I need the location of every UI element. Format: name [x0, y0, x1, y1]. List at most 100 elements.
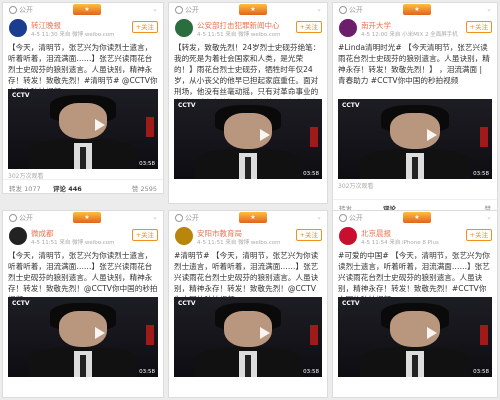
- action-repost-button[interactable]: 转发 1077: [9, 183, 41, 193]
- follow-button[interactable]: +关注: [295, 21, 322, 33]
- chevron-down-icon[interactable]: ⌄: [486, 213, 492, 221]
- action-like-button[interactable]: 赞 2595: [132, 183, 157, 193]
- post-meta: 4-5 11:30 来自 微博 weibo.com: [31, 32, 115, 38]
- video-duration: 03:58: [473, 171, 489, 177]
- cctv-logo: CCTV: [12, 300, 30, 307]
- view-count: 302万次观看: [338, 183, 374, 190]
- globe-icon: [175, 6, 183, 14]
- play-icon[interactable]: [427, 327, 438, 340]
- post-actions: 转发 1077 评论 446 赞 2595: [3, 179, 163, 193]
- post-meta: 4-5 12:00 来自 小米MIX 2 全面屏手机: [361, 32, 458, 38]
- person-tie: [80, 147, 86, 169]
- post-meta: 4-5 11:54 来自 iPhone 8 Plus: [361, 240, 439, 246]
- avatar[interactable]: [9, 227, 27, 245]
- avatar[interactable]: [9, 19, 27, 37]
- person-tie: [80, 355, 86, 377]
- follow-button[interactable]: +关注: [131, 21, 158, 33]
- visibility-label: 公开: [185, 6, 199, 14]
- visibility-label: 公开: [19, 214, 33, 222]
- seal-stamp: [146, 325, 154, 345]
- weibo-post-card[interactable]: 公开 ★ ⌄ 安阳市教育局 4-5 11:51 来自 微博 weibo.com …: [168, 210, 328, 398]
- person-tie: [411, 157, 419, 179]
- video-player[interactable]: CCTV 03:58: [174, 99, 322, 179]
- post-topbar: 公开 ★ ⌄: [3, 211, 163, 225]
- post-meta: 4-5 11:51 来自 微博 weibo.com: [197, 240, 281, 246]
- video-player[interactable]: CCTV 03:58: [174, 297, 322, 377]
- video-duration: 03:58: [139, 161, 155, 167]
- play-icon[interactable]: [95, 327, 105, 340]
- follow-button[interactable]: +关注: [131, 229, 158, 241]
- cctv-logo: CCTV: [12, 92, 30, 99]
- visibility-label: 公开: [349, 6, 363, 14]
- post-text: 【转发，致敬先烈！24岁烈士史砚芬绝笔：我的死是为着社会国家和人类，是光荣的！】…: [174, 43, 321, 99]
- video-player[interactable]: CCTV 03:58: [8, 89, 158, 169]
- person-tie: [411, 355, 419, 377]
- globe-icon: [9, 214, 17, 222]
- seal-stamp: [480, 325, 488, 345]
- post-text: 【今天，清明节，张艺兴为你读烈士遗言，听着听着，泪流满面……】张艺兴读雨花台烈士…: [8, 251, 158, 297]
- avatar[interactable]: [339, 19, 357, 37]
- visibility-label: 公开: [349, 214, 363, 222]
- post-meta: 4-5 11:51 来自 微博 weibo.com: [31, 240, 115, 246]
- post-header: 南开大学 4-5 12:00 来自 小米MIX 2 全面屏手机 +关注: [333, 17, 497, 41]
- anniversary-banner-icon: ★: [73, 4, 101, 15]
- play-icon[interactable]: [427, 129, 438, 142]
- anniversary-banner-icon: ★: [403, 4, 431, 15]
- cctv-logo: CCTV: [342, 102, 360, 109]
- weibo-post-card[interactable]: 公开 ★ ⌄ 转江晚报 4-5 11:30 来自 微博 weibo.com +关…: [2, 2, 164, 194]
- anniversary-banner-icon: ★: [73, 212, 101, 223]
- chevron-down-icon[interactable]: ⌄: [152, 213, 158, 221]
- follow-button[interactable]: +关注: [465, 21, 492, 33]
- visibility-label: 公开: [185, 214, 199, 222]
- weibo-post-card[interactable]: 公开 ★ ⌄ 公安部打击犯罪新闻中心 4-5 11:51 来自 微博 weibo…: [168, 2, 328, 204]
- weibo-post-grid: 公开 ★ ⌄ 转江晚报 4-5 11:30 来自 微博 weibo.com +关…: [0, 0, 500, 400]
- play-icon[interactable]: [95, 119, 105, 132]
- seal-stamp: [310, 325, 318, 345]
- weibo-post-card[interactable]: 公开 ★ ⌄ 北京晨报 4-5 11:54 来自 iPhone 8 Plus +…: [332, 210, 498, 398]
- play-icon[interactable]: [259, 327, 270, 340]
- post-topbar: 公开 ★ ⌄: [333, 211, 497, 225]
- post-topbar: 公开 ★ ⌄: [333, 3, 497, 17]
- video-duration: 03:58: [139, 369, 155, 375]
- chevron-down-icon[interactable]: ⌄: [316, 213, 322, 221]
- seal-stamp: [480, 127, 488, 147]
- video-player[interactable]: CCTV 03:58: [8, 297, 158, 377]
- post-text: #清明节# 【今天，清明节，张艺兴为你读烈士遗言，听着听着，泪流满面……】张艺兴…: [174, 251, 319, 297]
- avatar[interactable]: [175, 227, 193, 245]
- cctv-logo: CCTV: [342, 300, 360, 307]
- globe-icon: [339, 6, 347, 14]
- avatar[interactable]: [175, 19, 193, 37]
- post-header: 微成都 4-5 11:51 来自 微博 weibo.com +关注: [3, 225, 163, 249]
- follow-button[interactable]: +关注: [465, 229, 492, 241]
- post-header: 公安部打击犯罪新闻中心 4-5 11:51 来自 微博 weibo.com +关…: [169, 17, 327, 41]
- weibo-post-card[interactable]: 公开 ★ ⌄ 南开大学 4-5 12:00 来自 小米MIX 2 全面屏手机 +…: [332, 2, 498, 214]
- action-comment-button[interactable]: 评论 446: [53, 183, 82, 193]
- visibility-label: 公开: [19, 6, 33, 14]
- follow-button[interactable]: +关注: [295, 229, 322, 241]
- chevron-down-icon[interactable]: ⌄: [486, 5, 492, 13]
- video-player[interactable]: CCTV 03:58: [338, 297, 492, 377]
- anniversary-banner-icon: ★: [239, 4, 267, 15]
- post-topbar: 公开 ★ ⌄: [169, 211, 327, 225]
- video-player[interactable]: CCTV 03:58: [338, 99, 492, 179]
- seal-stamp: [146, 117, 154, 137]
- globe-icon: [175, 214, 183, 222]
- play-icon[interactable]: [259, 129, 270, 142]
- post-text: 【今天，清明节，张艺兴为你读烈士遗言，听着听着，泪流满面……】张艺兴读雨花台烈士…: [8, 43, 158, 89]
- cctv-logo: CCTV: [178, 300, 196, 307]
- post-header: 安阳市教育局 4-5 11:51 来自 微博 weibo.com +关注: [169, 225, 327, 249]
- post-topbar: 公开 ★ ⌄: [3, 3, 163, 17]
- chevron-down-icon[interactable]: ⌄: [316, 5, 322, 13]
- globe-icon: [339, 214, 347, 222]
- video-duration: 03:58: [303, 369, 319, 375]
- weibo-post-card[interactable]: 公开 ★ ⌄ 微成都 4-5 11:51 来自 微博 weibo.com +关注…: [2, 210, 164, 398]
- person-tie: [245, 157, 251, 179]
- person-tie: [245, 355, 251, 377]
- post-text: #Linda清明时光# 【今天清明节，张艺兴读雨花台烈士史砚芬的狼别遗言。人虽诀…: [338, 43, 490, 85]
- post-header: 北京晨报 4-5 11:54 来自 iPhone 8 Plus +关注: [333, 225, 497, 249]
- anniversary-banner-icon: ★: [239, 212, 267, 223]
- cctv-logo: CCTV: [178, 102, 196, 109]
- chevron-down-icon[interactable]: ⌄: [152, 5, 158, 13]
- anniversary-banner-icon: ★: [403, 212, 431, 223]
- avatar[interactable]: [339, 227, 357, 245]
